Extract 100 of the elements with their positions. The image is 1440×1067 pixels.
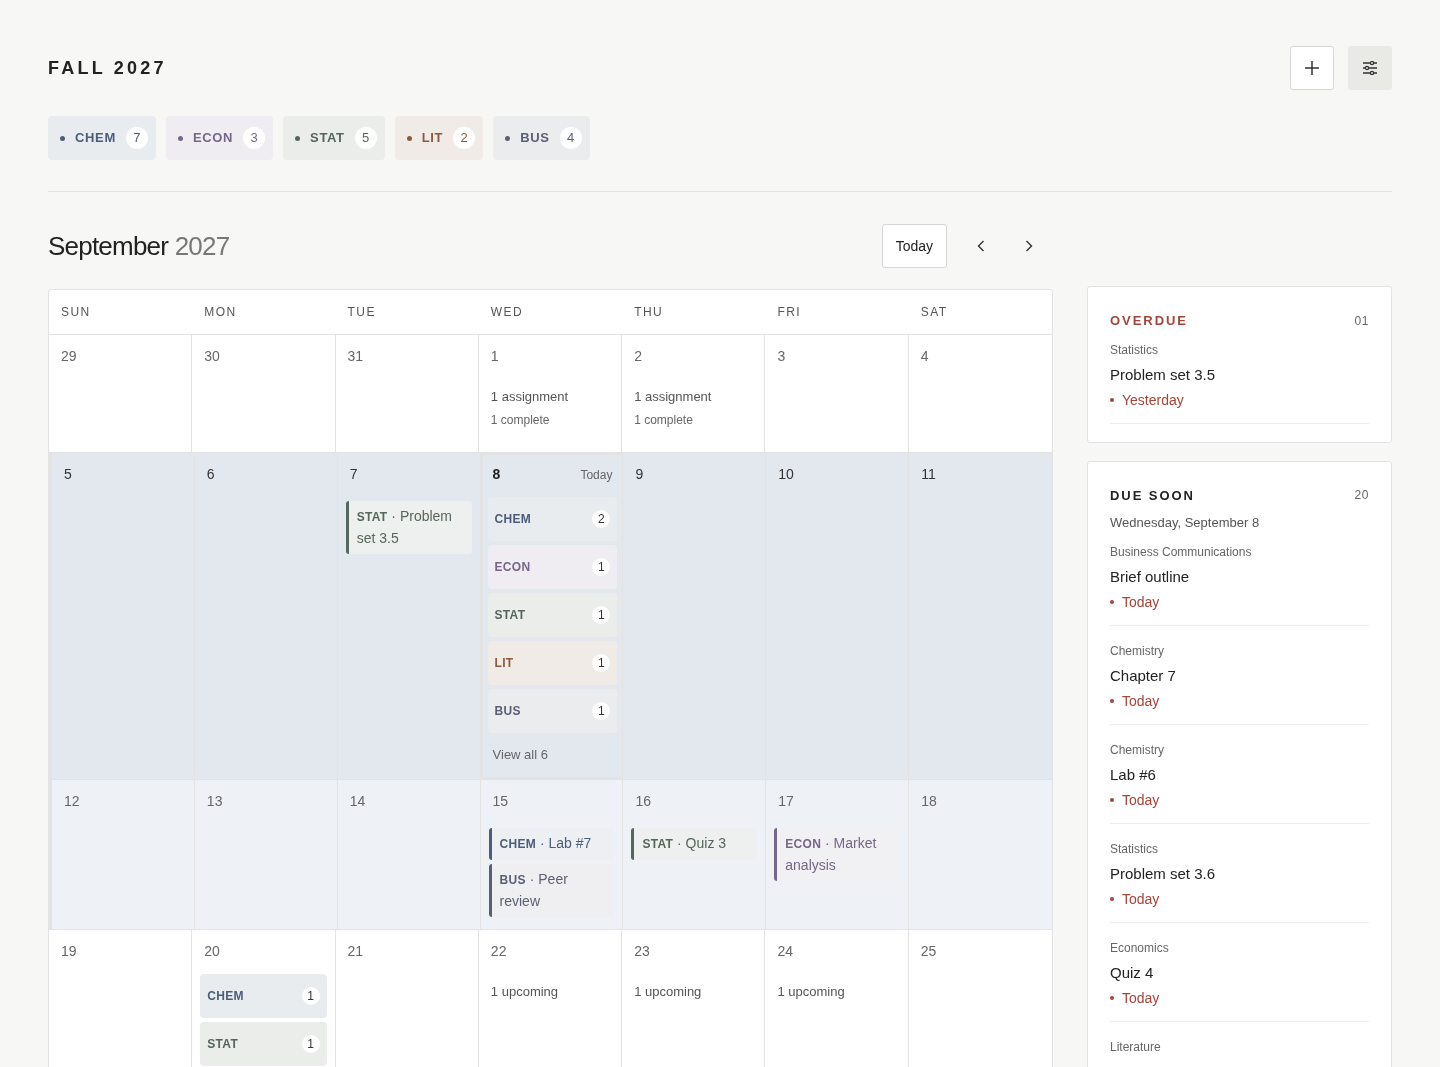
day-cell[interactable]: 18 [909, 779, 1052, 929]
day-cell[interactable]: 17 ECON · Market analysis [766, 779, 910, 929]
course-code: STAT [494, 607, 526, 624]
day-cell[interactable]: 7 STAT · Problem set 3.5 [337, 453, 481, 779]
count-badge: 1 [592, 702, 611, 720]
date-number: 11 [921, 465, 936, 484]
date-number: 9 [635, 465, 644, 484]
task-title[interactable]: Brief outline [1110, 565, 1369, 588]
event-card[interactable]: STAT · Quiz 3 [631, 827, 758, 860]
date-number: 13 [206, 791, 223, 811]
panel-title: DUE SOON [1110, 486, 1195, 505]
event-card[interactable]: BUS · Peer review [488, 863, 615, 917]
course-code: STAT [207, 1035, 239, 1053]
date-number: 20 [204, 941, 220, 961]
course-group[interactable]: CHEM 1 [200, 973, 327, 1018]
course-group[interactable]: BUS 1 [487, 689, 618, 733]
count-badge: 1 [301, 986, 320, 1005]
day-cell[interactable]: 1 1 assignment 1 complete [478, 335, 623, 452]
date-number: 15 [492, 791, 509, 811]
count-badge: 4 [559, 127, 582, 149]
day-cell[interactable]: 12 [52, 779, 195, 929]
day-cell[interactable]: 5 [52, 453, 195, 779]
course-group[interactable]: STAT 1 [487, 593, 618, 637]
weekday-label: MON [203, 304, 238, 321]
course-group[interactable]: CHEM 2 [487, 497, 618, 541]
task-title[interactable]: Quiz 4 [1110, 961, 1369, 984]
day-cell[interactable]: 6 [194, 453, 338, 779]
day-cell[interactable]: 30 [192, 335, 336, 452]
course-filter-chip[interactable]: BUS 4 [493, 116, 590, 160]
term-title: FALL 2027 [48, 56, 167, 80]
weekday-label: SUN [60, 304, 92, 321]
task-title[interactable]: Chapter 7 [1110, 664, 1369, 687]
day-cell[interactable]: 15 CHEM · Lab #7 BUS · Peer review [480, 779, 624, 929]
panel-count: 01 [1354, 312, 1369, 330]
day-cell[interactable]: 25 [908, 929, 1052, 1067]
day-cell[interactable]: 3 [765, 335, 909, 452]
count-badge: 1 [592, 654, 611, 672]
course-code: LIT [494, 655, 514, 672]
weekday-label: TUE [346, 304, 377, 321]
today-button[interactable]: Today [881, 224, 947, 268]
course-name: Chemistry [1110, 741, 1165, 758]
weekday-label: FRI [776, 304, 803, 321]
course-name: Statistics [1110, 341, 1159, 358]
course-filter-chip[interactable]: STAT 5 [283, 116, 385, 160]
day-cell[interactable]: 31 [335, 335, 479, 452]
chevron-left-icon [977, 240, 985, 252]
day-cell[interactable]: 2 1 assignment 1 complete [622, 335, 766, 452]
course-filter-chip[interactable]: LIT 2 [394, 116, 484, 160]
date-number: 16 [635, 791, 651, 811]
day-cell[interactable]: 4 [908, 335, 1052, 452]
panel-count: 20 [1354, 487, 1369, 505]
date-number: 10 [778, 465, 794, 484]
day-cell[interactable]: 19 [49, 929, 193, 1067]
view-all-link[interactable]: View all 6 [487, 745, 618, 765]
course-group[interactable]: ECON 1 [487, 545, 618, 589]
day-cell[interactable]: 16 STAT · Quiz 3 [623, 779, 767, 929]
date-number: 21 [347, 941, 364, 961]
day-cell[interactable]: 11 [909, 453, 1052, 779]
course-filter-chip[interactable]: CHEM 7 [48, 116, 156, 160]
day-cell[interactable]: 29 [49, 335, 193, 452]
date-number: 5 [64, 465, 72, 484]
task-title[interactable]: Lab #6 [1110, 763, 1369, 786]
count-badge: 7 [125, 127, 148, 149]
date-number: 23 [634, 941, 650, 961]
date-number: 12 [64, 791, 80, 811]
date-number: 30 [204, 347, 220, 366]
day-summary: 1 upcoming [634, 982, 703, 1001]
course-code: BUS [520, 129, 550, 148]
course-group[interactable]: STAT 1 [200, 1021, 327, 1066]
date-number: 29 [61, 347, 77, 366]
day-cell[interactable]: 14 [337, 779, 481, 929]
day-cell[interactable]: 20 CHEM 1 STAT 1 [192, 929, 336, 1067]
day-summary: 1 complete [490, 411, 551, 429]
day-cell[interactable]: 23 1 upcoming [622, 929, 766, 1067]
course-group[interactable]: LIT 1 [487, 641, 618, 685]
date-number: 25 [920, 941, 937, 961]
day-summary: 1 assignment [490, 388, 570, 406]
weekday-label: WED [489, 304, 525, 321]
day-cell[interactable]: 8 Today CHEM 2 ECON 1 STAT 1 LIT 1 BUS 1 View all 6 [480, 453, 624, 779]
filter-button[interactable] [1348, 46, 1392, 90]
task-title[interactable]: Problem set 3.5 [1110, 363, 1369, 386]
date-number: 24 [777, 941, 793, 961]
day-cell[interactable]: 21 [335, 929, 479, 1067]
due-label: Today [1122, 691, 1160, 711]
course-code: LIT [421, 129, 444, 148]
day-cell[interactable]: 22 1 upcoming [478, 929, 623, 1067]
count-badge: 1 [592, 606, 611, 624]
day-cell[interactable]: 10 [766, 453, 910, 779]
event-card[interactable]: STAT · Problem set 3.5 [345, 501, 472, 554]
task-title[interactable]: Problem set 3.6 [1110, 862, 1369, 885]
day-cell[interactable]: 9 [623, 453, 767, 779]
day-summary: 1 upcoming [777, 982, 846, 1001]
add-button[interactable] [1290, 46, 1334, 90]
today-label: Today [580, 466, 613, 484]
date-number: 31 [347, 347, 364, 366]
course-filter-chip[interactable]: ECON 3 [165, 116, 274, 160]
day-cell[interactable]: 24 1 upcoming [765, 929, 909, 1067]
day-cell[interactable]: 13 [194, 779, 338, 929]
course-code: CHEM [494, 511, 532, 528]
course-name: Literature [1110, 1038, 1162, 1055]
